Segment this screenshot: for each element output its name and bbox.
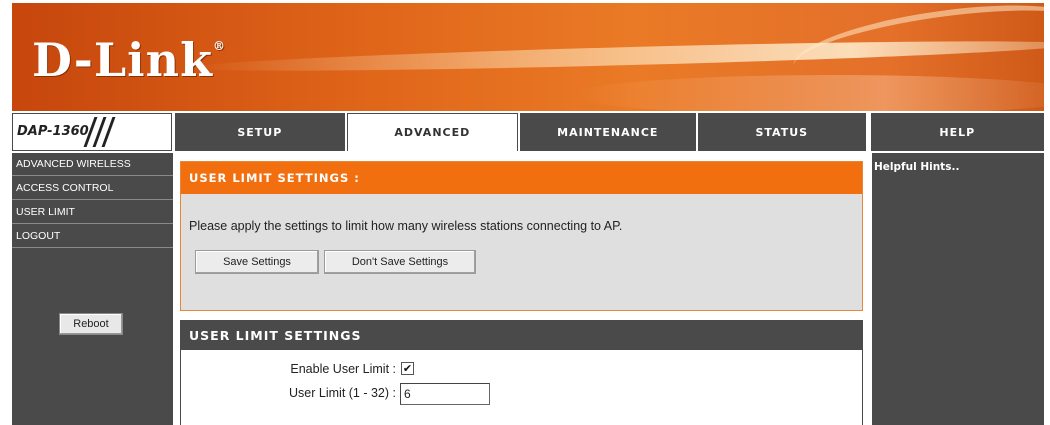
help-panel: Helpful Hints.. [872, 153, 1044, 425]
banner-glow [572, 75, 1044, 111]
dlink-logo: D-Link® [32, 33, 226, 87]
user-limit-input[interactable] [400, 383, 490, 405]
registered-mark: ® [212, 39, 226, 53]
sidebar-item-advanced-wireless[interactable]: ADVANCED WIRELESS [12, 153, 173, 176]
intro-description: Please apply the settings to limit how m… [189, 219, 623, 233]
check-mark-icon: ✔ [402, 362, 413, 375]
sidebar-item-logout[interactable]: LOGOUT [12, 224, 173, 248]
helpful-hints-title: Helpful Hints.. [874, 161, 960, 173]
sidebar-item-access-control[interactable]: ACCESS CONTROL [12, 176, 173, 200]
intro-panel: USER LIMIT SETTINGS : Please apply the s… [180, 161, 863, 311]
save-settings-button[interactable]: Save Settings [195, 250, 319, 274]
enable-user-limit-checkbox[interactable]: ✔ [401, 362, 414, 375]
user-limit-label: User Limit (1 - 32) : [289, 386, 396, 400]
tab-maintenance[interactable]: MAINTENANCE [519, 113, 697, 151]
tab-help[interactable]: HELP [870, 113, 1044, 151]
reboot-button[interactable]: Reboot [59, 313, 123, 335]
top-nav: DAP-1360 SETUP ADVANCED MAINTENANCE STAT… [12, 113, 1044, 151]
tab-status[interactable]: STATUS [698, 113, 866, 151]
settings-panel: USER LIMIT SETTINGS Enable User Limit : … [180, 320, 863, 425]
slashes-icon [83, 117, 116, 147]
model-name: DAP-1360 [17, 124, 89, 139]
tab-advanced[interactable]: ADVANCED [347, 113, 518, 151]
dont-save-settings-button[interactable]: Don't Save Settings [324, 250, 476, 274]
header-banner: D-Link® [12, 3, 1044, 111]
sidebar: ADVANCED WIRELESS ACCESS CONTROL USER LI… [12, 153, 173, 425]
intro-title: USER LIMIT SETTINGS : [181, 162, 862, 194]
settings-title: USER LIMIT SETTINGS [181, 320, 862, 350]
main-content: USER LIMIT SETTINGS : Please apply the s… [176, 153, 869, 425]
model-badge: DAP-1360 [12, 113, 172, 151]
enable-user-limit-label: Enable User Limit : [290, 362, 396, 376]
tab-setup[interactable]: SETUP [174, 113, 346, 151]
sidebar-item-user-limit[interactable]: USER LIMIT [12, 200, 173, 224]
